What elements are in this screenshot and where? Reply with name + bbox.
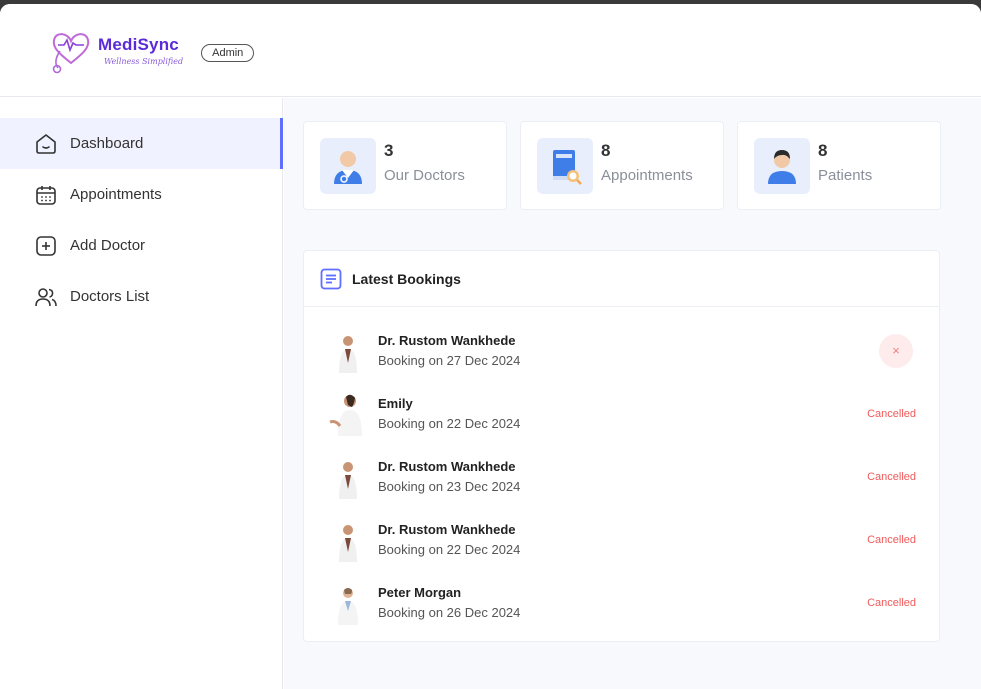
status-badge: Cancelled <box>867 470 916 483</box>
stat-value: 3 <box>384 141 394 160</box>
app-window: MediSync Wellness Simplified Admin Dashb… <box>0 4 981 689</box>
status-badge: Cancelled <box>867 596 916 609</box>
booking-row: Emily Booking on 22 Dec 2024 Cancelled <box>304 382 939 445</box>
booking-name: Dr. Rustom Wankhede <box>378 333 516 348</box>
patient-icon <box>754 137 810 194</box>
latest-bookings-panel: Latest Bookings Dr. Rustom Wankhede Book… <box>303 250 940 642</box>
sidebar: Dashboard Appointments Add Doctor Doctor… <box>0 98 283 689</box>
cancel-booking-button[interactable]: × <box>879 333 913 368</box>
booking-name: Dr. Rustom Wankhede <box>378 522 516 537</box>
stat-value: 8 <box>818 141 828 160</box>
sidebar-item-label: Appointments <box>70 186 162 203</box>
add-square-icon <box>36 235 56 256</box>
booking-name: Emily <box>378 396 413 411</box>
doctor-avatar <box>326 581 370 625</box>
people-icon <box>35 287 57 306</box>
booking-date: Booking on 26 Dec 2024 <box>378 605 521 620</box>
booking-date: Booking on 22 Dec 2024 <box>378 416 521 431</box>
brand-name: MediSync <box>98 34 179 54</box>
booking-row: Peter Morgan Booking on 26 Dec 2024 Canc… <box>304 571 939 634</box>
calendar-icon <box>36 185 56 205</box>
doctor-avatar <box>326 329 370 373</box>
booking-date: Booking on 22 Dec 2024 <box>378 542 521 557</box>
sidebar-item-label: Doctors List <box>70 288 150 305</box>
doctor-avatar <box>326 392 370 436</box>
main-content: 3 Our Doctors 8 Appointments 8 Patients … <box>284 98 981 689</box>
list-icon <box>320 268 342 289</box>
booking-date: Booking on 27 Dec 2024 <box>378 353 521 368</box>
stat-card-doctors[interactable]: 3 Our Doctors <box>303 121 507 210</box>
stats-row: 3 Our Doctors 8 Appointments 8 Patients <box>303 121 941 210</box>
doctor-avatar <box>326 455 370 499</box>
booking-name: Dr. Rustom Wankhede <box>378 459 516 474</box>
booking-row: Dr. Rustom Wankhede Booking on 22 Dec 20… <box>304 508 939 571</box>
doctor-icon <box>320 137 376 194</box>
booking-row: Dr. Rustom Wankhede Booking on 23 Dec 20… <box>304 445 939 508</box>
home-icon <box>36 133 56 154</box>
role-badge: Admin <box>201 44 255 62</box>
stat-label: Appointments <box>601 167 693 184</box>
sidebar-item-dashboard[interactable]: Dashboard <box>0 118 283 169</box>
stat-card-patients[interactable]: 8 Patients <box>737 121 941 210</box>
booking-row: Dr. Rustom Wankhede Booking on 27 Dec 20… <box>304 319 939 382</box>
stat-value: 8 <box>601 141 611 160</box>
sidebar-item-doctors-list[interactable]: Doctors List <box>0 271 282 322</box>
status-badge: Cancelled <box>867 407 916 420</box>
heart-stethoscope-logo-icon <box>52 33 90 74</box>
booking-name: Peter Morgan <box>378 585 462 600</box>
sidebar-item-label: Add Doctor <box>70 237 146 254</box>
appointment-book-icon <box>537 137 593 194</box>
sidebar-item-appointments[interactable]: Appointments <box>0 169 282 220</box>
status-badge: Cancelled <box>867 533 916 546</box>
stat-card-appointments[interactable]: 8 Appointments <box>520 121 724 210</box>
logo[interactable]: MediSync Wellness Simplified <box>46 25 183 75</box>
doctor-avatar <box>326 518 370 562</box>
sidebar-item-label: Dashboard <box>70 135 144 152</box>
stat-label: Our Doctors <box>384 167 465 184</box>
brand-tagline: Wellness Simplified <box>104 56 184 66</box>
sidebar-item-add-doctor[interactable]: Add Doctor <box>0 220 282 271</box>
top-bar: MediSync Wellness Simplified Admin <box>0 4 981 97</box>
bookings-header: Latest Bookings <box>304 251 939 307</box>
stat-label: Patients <box>818 167 873 184</box>
booking-date: Booking on 23 Dec 2024 <box>378 479 521 494</box>
bookings-title: Latest Bookings <box>352 270 461 287</box>
